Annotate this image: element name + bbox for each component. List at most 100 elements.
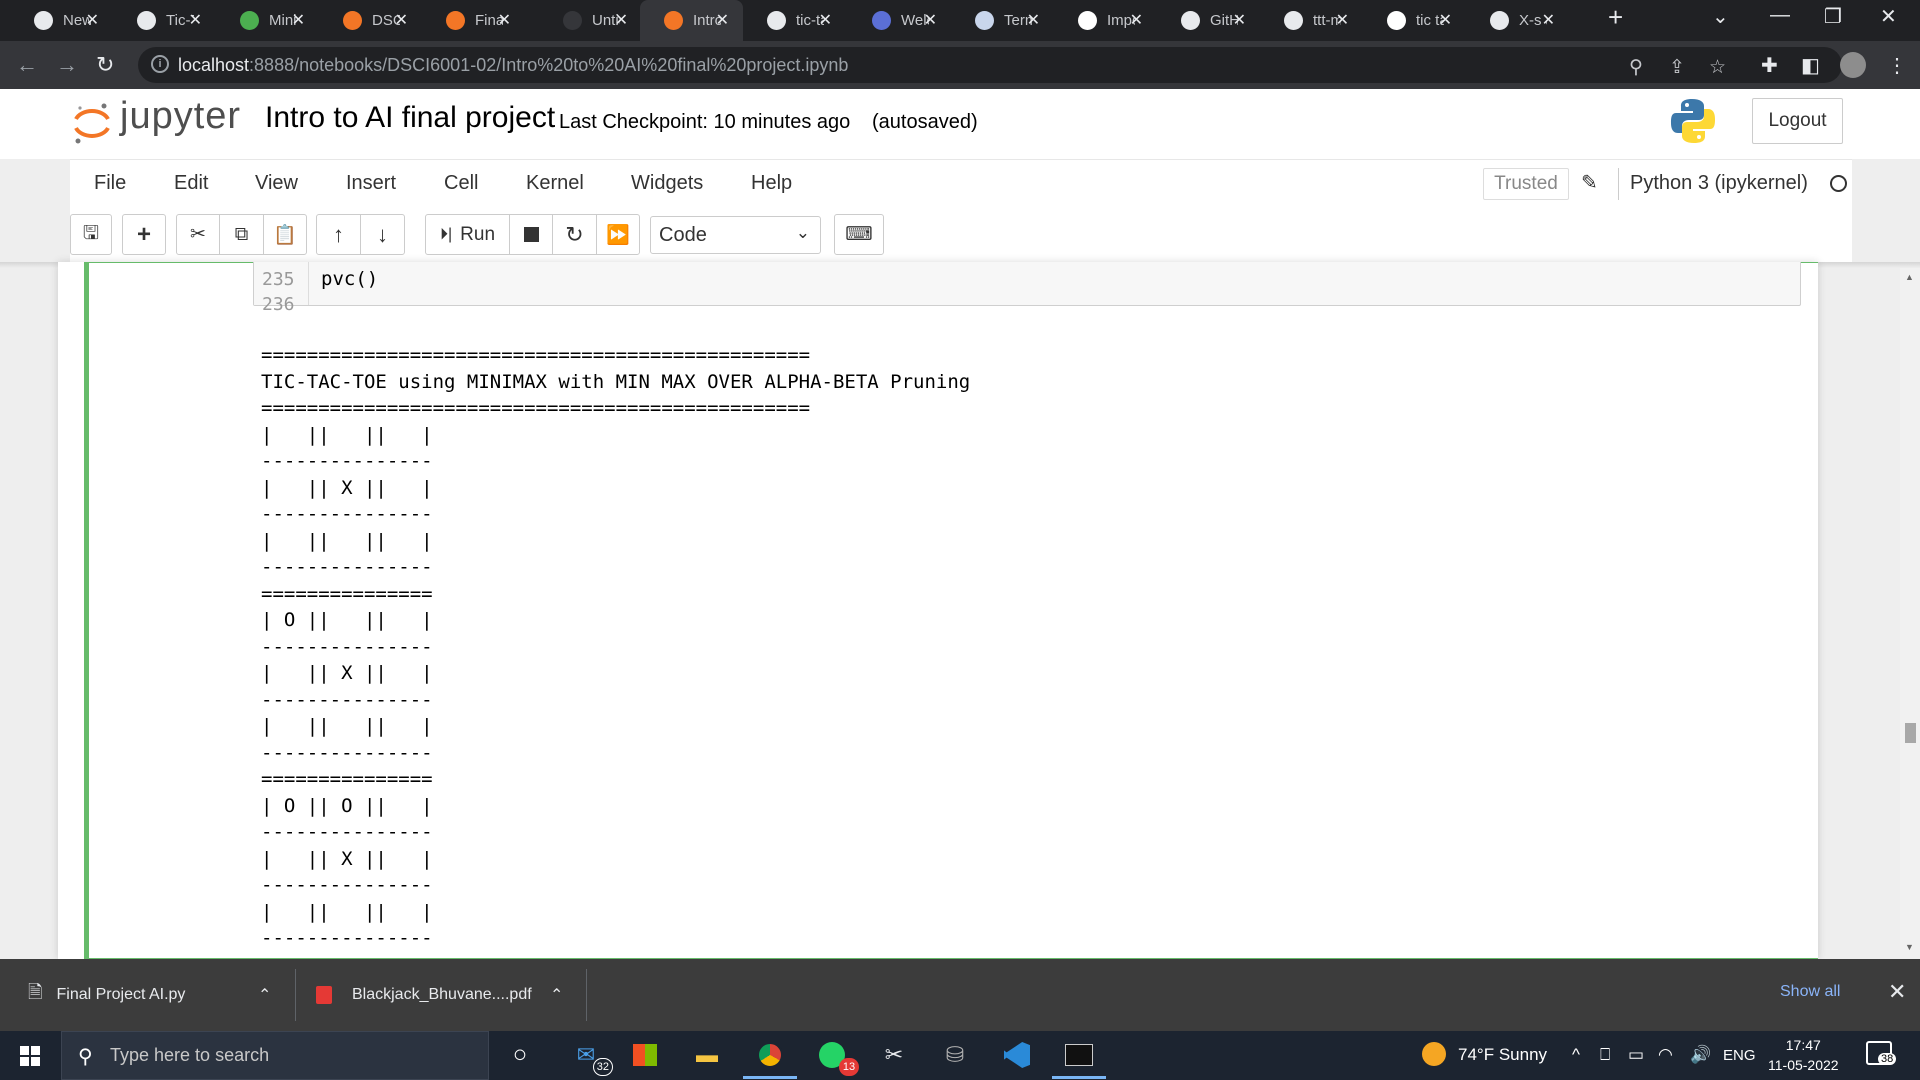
close-tab-icon[interactable]: ✕	[395, 10, 408, 30]
browser-tab[interactable]: Untitled✕	[539, 0, 642, 41]
close-download-shelf-icon[interactable]: ✕	[1888, 979, 1906, 1005]
mail-app-icon[interactable]: ✉ 32	[569, 1038, 613, 1076]
menu-view[interactable]: View	[255, 172, 298, 195]
windows-start-icon[interactable]	[20, 1046, 40, 1066]
menu-file[interactable]: File	[94, 172, 126, 195]
menu-edit[interactable]: Edit	[174, 172, 208, 195]
paste-button[interactable]: 📋	[263, 214, 307, 255]
profile-avatar[interactable]	[1840, 52, 1866, 78]
whatsapp-icon[interactable]: 13	[815, 1038, 859, 1076]
download-item[interactable]: 🗎 Final Project AI.py ⌃	[28, 959, 283, 1031]
site-info-icon[interactable]: i	[151, 55, 169, 73]
cut-button[interactable]: ✂	[176, 214, 220, 255]
close-tab-icon[interactable]: ✕	[1542, 10, 1555, 30]
browser-tab[interactable]: tic-tac-toe✕	[743, 0, 846, 41]
jupyter-logo-text[interactable]: jupyter	[120, 95, 241, 138]
edit-pencil-icon[interactable]: ✎	[1581, 170, 1598, 195]
close-tab-icon[interactable]: ✕	[615, 10, 628, 30]
browser-tab[interactable]: Terminal✕	[951, 0, 1054, 41]
browser-tab[interactable]: GitHub✕	[1157, 0, 1260, 41]
chrome-taskbar-icon[interactable]	[743, 1038, 797, 1079]
close-tab-icon[interactable]: ✕	[292, 10, 305, 30]
kernel-name[interactable]: Python 3 (ipykernel)	[1630, 172, 1808, 195]
browser-tab[interactable]: Tic-Tac-Toe✕	[113, 0, 216, 41]
selected-cell-bar[interactable]	[84, 262, 89, 959]
jupyter-logo-icon[interactable]	[72, 101, 112, 145]
menu-widgets[interactable]: Widgets	[631, 172, 703, 195]
taskbar-search-box[interactable]: ⚲ Type here to search	[61, 1031, 489, 1080]
menu-insert[interactable]: Insert	[346, 172, 396, 195]
side-panel-icon[interactable]: ◧	[1801, 53, 1820, 78]
save-button[interactable]: 🖫	[70, 214, 112, 255]
code-line[interactable]: pvc()	[321, 268, 378, 290]
battery-icon[interactable]: ▭	[1628, 1045, 1644, 1065]
browser-tab[interactable]: New Tab✕	[10, 0, 113, 41]
browser-tab[interactable]: ttt-minimax✕	[1260, 0, 1363, 41]
cortana-circle-icon[interactable]: ○	[503, 1038, 537, 1072]
code-cell-input[interactable]: 235 236 pvc()	[253, 262, 1801, 315]
reload-icon[interactable]: ↻	[96, 52, 114, 78]
device-icon[interactable]: ⎕	[1600, 1045, 1610, 1065]
chrome-menu-icon[interactable]: ⋮	[1887, 53, 1907, 78]
close-window-icon[interactable]: ✕	[1880, 4, 1897, 29]
new-tab-icon[interactable]: +	[1608, 2, 1623, 33]
terminal-taskbar-icon[interactable]	[1052, 1038, 1106, 1079]
download-item[interactable]: Blackjack_Bhuvane....pdf ⌃	[316, 959, 571, 1031]
show-all-downloads-button[interactable]: Show all	[1780, 983, 1840, 1001]
browser-tab[interactable]: Final Project✕	[422, 0, 525, 41]
browser-tab[interactable]: Import✕	[1054, 0, 1157, 41]
notification-center-icon[interactable]: 38	[1866, 1041, 1897, 1070]
insert-cell-button[interactable]: +	[122, 214, 166, 255]
restart-run-all-button[interactable]: ⏩	[596, 214, 640, 255]
wifi-icon[interactable]: ◠	[1658, 1045, 1673, 1065]
notebook-title[interactable]: Intro to AI final project	[265, 101, 555, 135]
forward-arrow-icon[interactable]: →	[56, 52, 78, 78]
tab-search-chevron-icon[interactable]: ⌄	[1712, 4, 1729, 29]
bookmark-star-icon[interactable]: ☆	[1709, 56, 1726, 79]
browser-tab[interactable]: Minimax✕	[216, 0, 319, 41]
browser-tab[interactable]: tic tac toe✕	[1363, 0, 1466, 41]
close-tab-icon[interactable]: ✕	[189, 10, 202, 30]
scroll-up-icon[interactable]: ▲	[1905, 272, 1914, 282]
minimize-icon[interactable]: —	[1770, 4, 1790, 27]
close-tab-icon[interactable]: ✕	[1336, 10, 1349, 30]
show-hidden-icons-chevron-icon[interactable]: ^	[1572, 1045, 1580, 1065]
browser-tab[interactable]: Welcome✕	[848, 0, 951, 41]
close-tab-icon[interactable]: ✕	[498, 10, 511, 30]
trusted-badge[interactable]: Trusted	[1483, 168, 1569, 200]
menu-cell[interactable]: Cell	[444, 172, 478, 195]
snipping-tool-icon[interactable]: ✂	[877, 1038, 911, 1072]
share-icon[interactable]: ⇪	[1669, 56, 1685, 79]
move-down-button[interactable]: ↓	[360, 214, 405, 255]
close-tab-icon[interactable]: ✕	[1027, 10, 1040, 30]
move-up-button[interactable]: ↑	[316, 214, 361, 255]
weather-sun-icon[interactable]	[1422, 1042, 1446, 1071]
restart-button[interactable]: ↻	[552, 214, 597, 255]
close-tab-icon[interactable]: ✕	[819, 10, 832, 30]
logout-button[interactable]: Logout	[1752, 98, 1843, 144]
scroll-thumb[interactable]	[1905, 723, 1916, 743]
close-tab-icon[interactable]: ✕	[716, 10, 729, 30]
menu-kernel[interactable]: Kernel	[526, 172, 584, 195]
close-tab-icon[interactable]: ✕	[1233, 10, 1246, 30]
close-tab-icon[interactable]: ✕	[1439, 10, 1452, 30]
page-scrollbar[interactable]: ▲ ▼	[1900, 268, 1920, 959]
close-tab-icon[interactable]: ✕	[924, 10, 937, 30]
interrupt-button[interactable]	[509, 214, 553, 255]
copy-button[interactable]: ⧉	[219, 214, 264, 255]
database-app-icon[interactable]: ⛁	[938, 1038, 972, 1072]
restore-icon[interactable]: ❐	[1824, 4, 1842, 29]
cell-type-select[interactable]: Code ⌄	[650, 216, 821, 254]
file-explorer-icon[interactable]: ▬	[690, 1038, 724, 1072]
run-button[interactable]: ⏵| Run	[425, 214, 510, 255]
back-arrow-icon[interactable]: ←	[16, 52, 38, 78]
chevron-up-icon[interactable]: ⌃	[550, 985, 563, 1005]
command-palette-button[interactable]: ⌨	[834, 214, 884, 255]
close-tab-icon[interactable]: ✕	[86, 10, 99, 30]
close-tab-icon[interactable]: ✕	[1130, 10, 1143, 30]
vscode-icon[interactable]	[1000, 1038, 1034, 1072]
language-indicator[interactable]: ENG	[1723, 1047, 1756, 1064]
menu-help[interactable]: Help	[751, 172, 792, 195]
zoom-icon[interactable]: ⚲	[1629, 56, 1643, 79]
microsoft-store-icon[interactable]	[628, 1038, 662, 1072]
